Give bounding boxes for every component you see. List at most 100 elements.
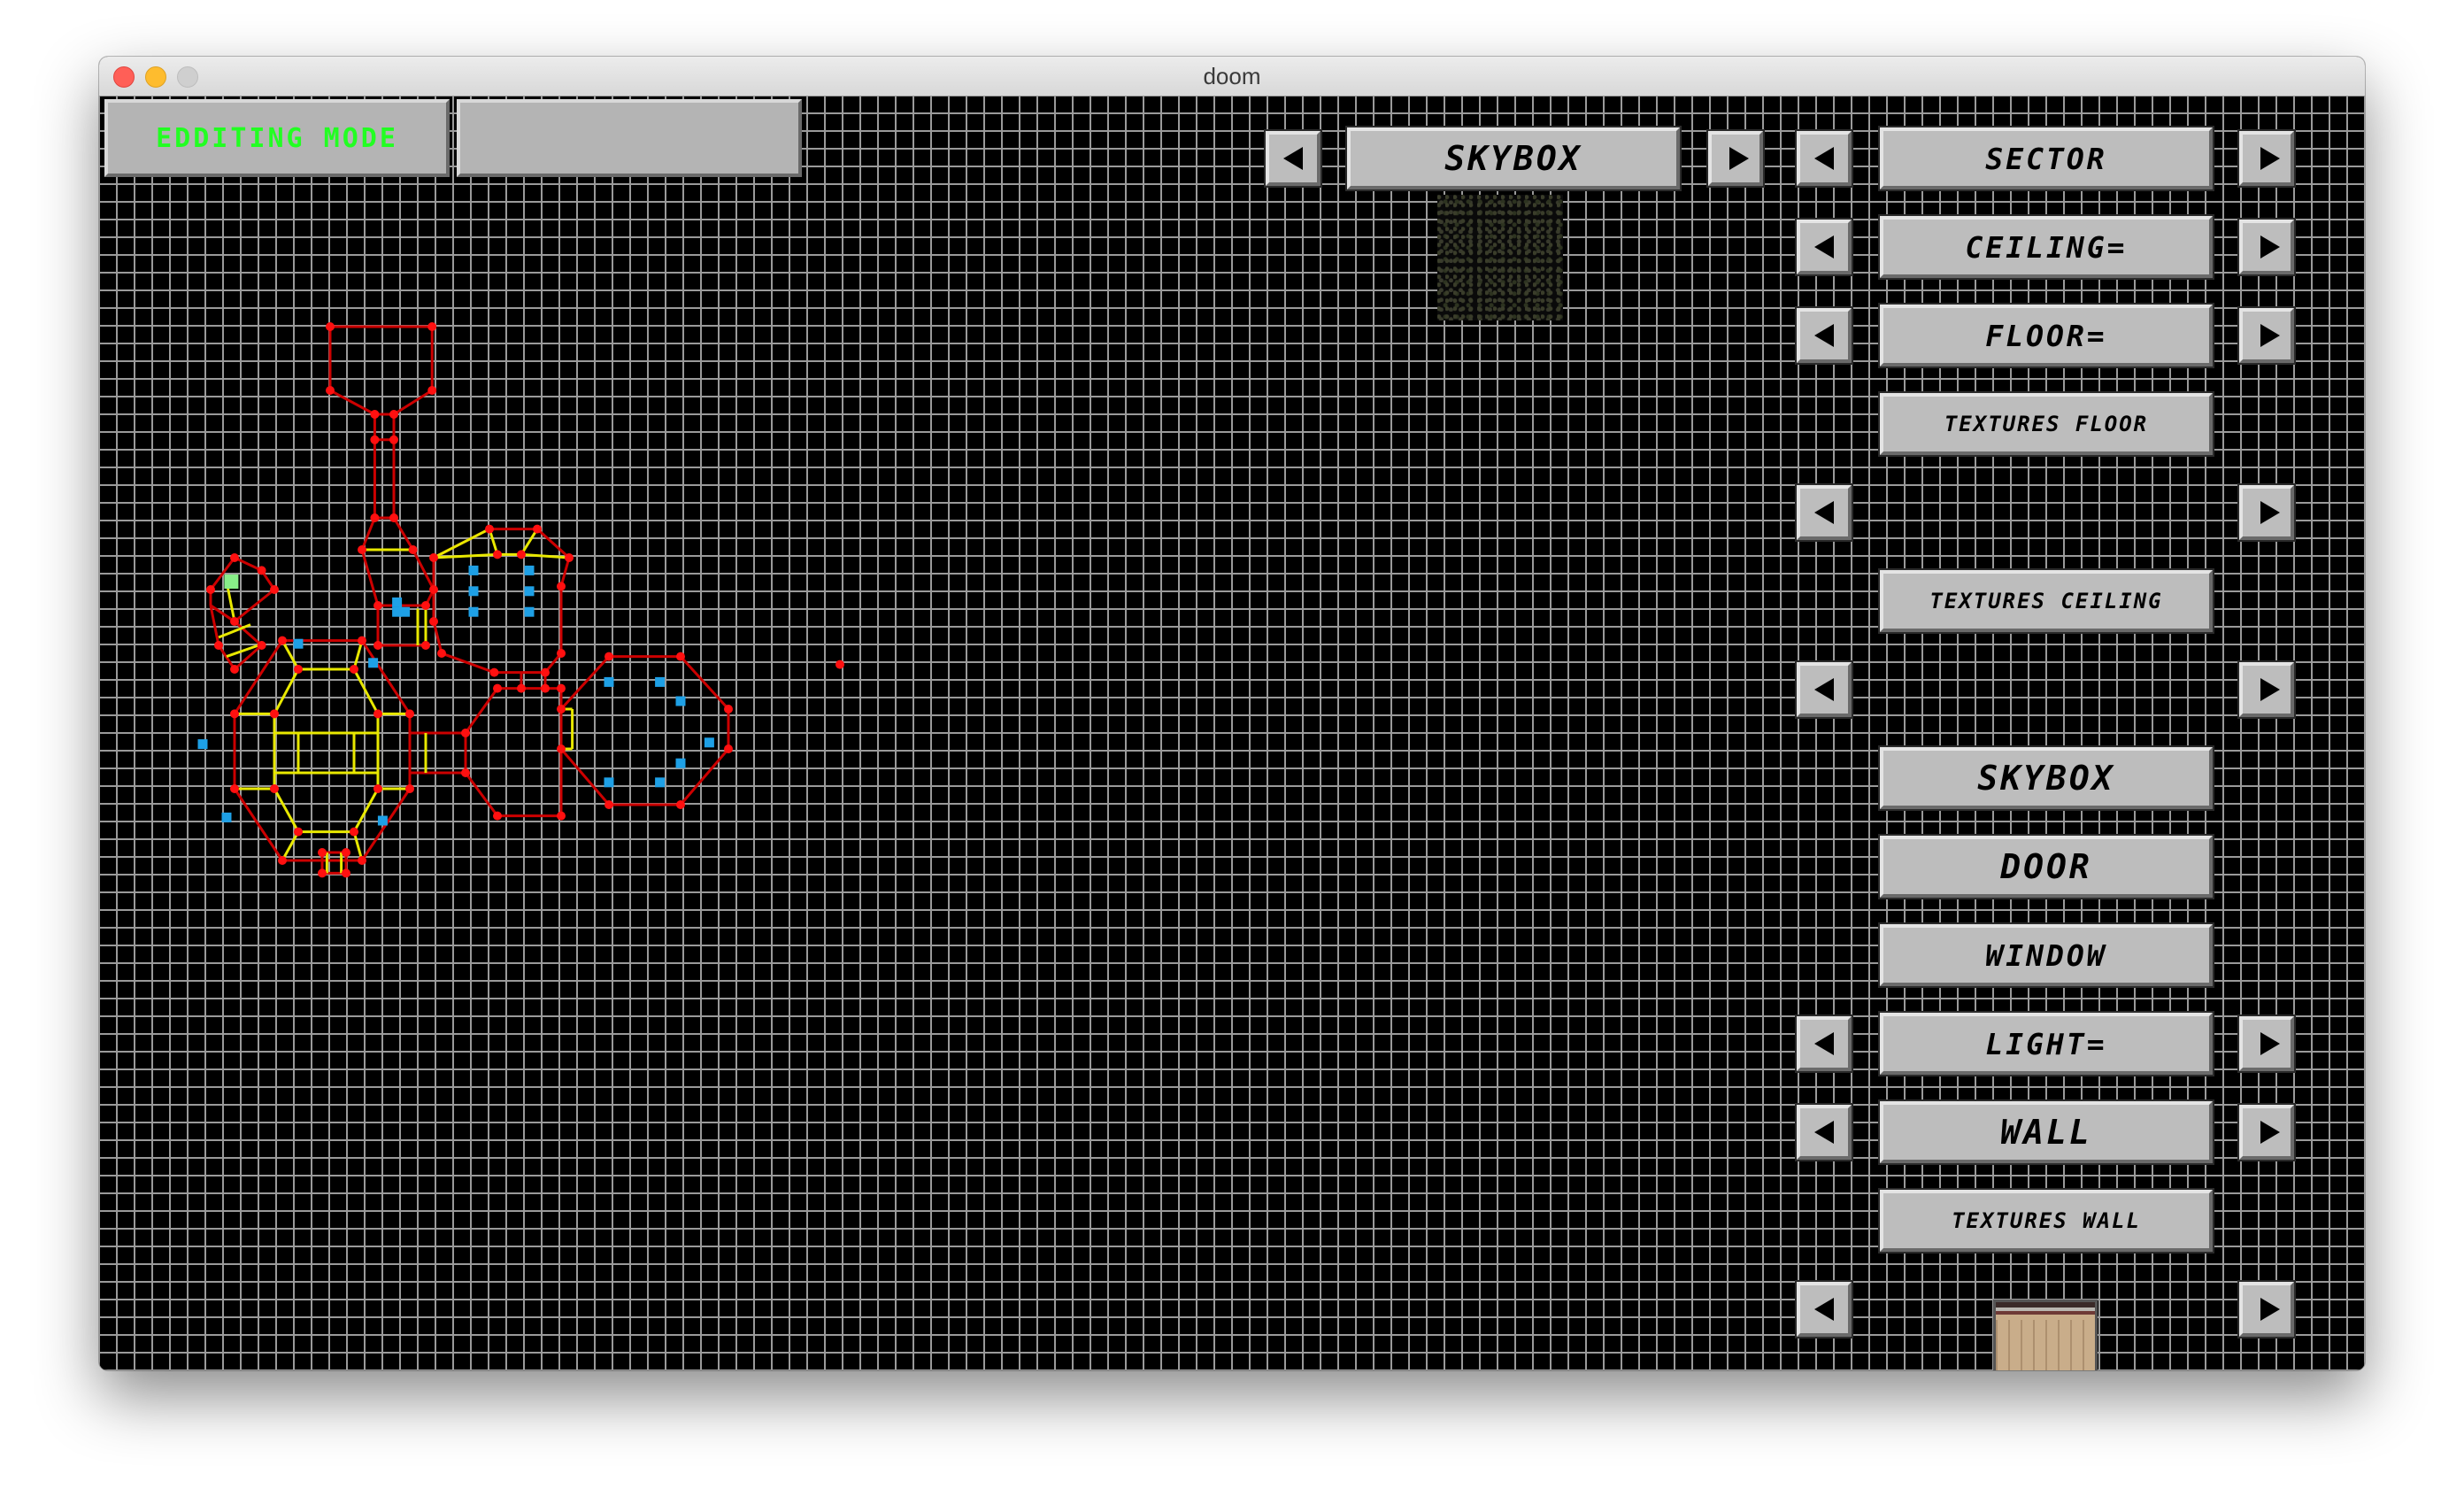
map-vertex[interactable] bbox=[326, 386, 335, 395]
wall-line[interactable] bbox=[679, 655, 730, 711]
floor-texture-prev-button[interactable] bbox=[1795, 483, 1853, 542]
map-vertex[interactable] bbox=[493, 550, 502, 559]
portal-line[interactable] bbox=[352, 640, 364, 670]
map-vertex[interactable] bbox=[350, 665, 358, 674]
map-vertex[interactable] bbox=[517, 683, 526, 693]
map-vertex[interactable] bbox=[350, 827, 358, 837]
map-vertex[interactable] bbox=[230, 709, 239, 719]
map-vertex[interactable] bbox=[318, 868, 327, 878]
map-vertex[interactable] bbox=[230, 617, 239, 626]
map-vertex[interactable] bbox=[604, 800, 613, 809]
object-marker[interactable] bbox=[524, 606, 535, 617]
wall-line[interactable] bbox=[559, 748, 611, 806]
floor-increase-button[interactable] bbox=[2237, 306, 2296, 365]
map-vertex[interactable] bbox=[557, 582, 566, 591]
object-marker[interactable] bbox=[675, 758, 686, 768]
object-marker[interactable] bbox=[468, 565, 479, 575]
map-vertex[interactable] bbox=[676, 800, 685, 809]
player-start-marker[interactable] bbox=[224, 575, 239, 589]
object-marker[interactable] bbox=[392, 597, 403, 607]
wall-line[interactable] bbox=[559, 655, 611, 711]
portal-line[interactable] bbox=[520, 552, 570, 559]
map-vertex[interactable] bbox=[493, 811, 502, 821]
sector-prev-button[interactable] bbox=[1795, 129, 1853, 188]
portal-line[interactable] bbox=[273, 668, 300, 715]
map-vertex[interactable] bbox=[429, 617, 438, 626]
portal-line[interactable] bbox=[352, 668, 380, 715]
wall-line[interactable] bbox=[559, 557, 571, 587]
wall-line[interactable] bbox=[464, 772, 499, 817]
map-vertex[interactable] bbox=[270, 709, 279, 719]
map-vertex[interactable] bbox=[557, 649, 566, 658]
textures-ceiling-button[interactable]: TEXTURES CEILING bbox=[1878, 568, 2214, 634]
map-vertex[interactable] bbox=[257, 566, 266, 575]
object-marker[interactable] bbox=[655, 676, 666, 687]
map-vertex[interactable] bbox=[294, 665, 303, 674]
wall-line[interactable] bbox=[393, 389, 433, 416]
map-vertex[interactable] bbox=[270, 585, 279, 594]
portal-line[interactable] bbox=[352, 788, 380, 833]
object-marker[interactable] bbox=[675, 696, 686, 706]
wall-texture-next-button[interactable] bbox=[2237, 1280, 2296, 1338]
wall-line[interactable] bbox=[432, 621, 443, 654]
wall-line[interactable] bbox=[234, 588, 275, 623]
portal-line[interactable] bbox=[433, 552, 498, 559]
map-vertex[interactable] bbox=[429, 553, 438, 562]
map-vertex[interactable] bbox=[342, 868, 350, 878]
ceiling-texture-next-button[interactable] bbox=[2237, 660, 2296, 719]
map-vertex[interactable] bbox=[541, 667, 550, 677]
map-vertex[interactable] bbox=[370, 410, 380, 419]
map-vertex[interactable] bbox=[358, 545, 366, 554]
wall-line[interactable] bbox=[360, 549, 380, 606]
map-vertex[interactable] bbox=[389, 410, 398, 419]
map-vertex[interactable] bbox=[318, 848, 327, 857]
map-vertex[interactable] bbox=[358, 636, 366, 645]
textures-wall-button[interactable]: TEXTURES WALL bbox=[1878, 1188, 2214, 1254]
map-vertex[interactable] bbox=[230, 665, 239, 674]
wall-line[interactable] bbox=[234, 556, 263, 572]
map-vertex[interactable] bbox=[230, 784, 239, 793]
object-marker[interactable] bbox=[368, 658, 379, 668]
object-marker[interactable] bbox=[400, 606, 411, 617]
light-increase-button[interactable] bbox=[2237, 1014, 2296, 1073]
map-vertex[interactable] bbox=[294, 827, 303, 837]
map-vertex[interactable] bbox=[676, 652, 685, 661]
map-vertex[interactable] bbox=[342, 848, 350, 857]
map-vertex[interactable] bbox=[517, 550, 526, 559]
object-marker[interactable] bbox=[293, 638, 304, 649]
wall-line[interactable] bbox=[329, 389, 376, 416]
skybox-selector[interactable]: SKYBOX bbox=[1345, 126, 1682, 191]
map-vertex[interactable] bbox=[278, 856, 287, 865]
map-vertex[interactable] bbox=[557, 744, 566, 753]
wall-line[interactable] bbox=[464, 687, 499, 734]
map-vertex[interactable] bbox=[541, 683, 550, 693]
map-vertex[interactable] bbox=[427, 386, 437, 395]
map-vertex[interactable] bbox=[461, 768, 470, 777]
map-vertex[interactable] bbox=[437, 649, 446, 658]
ceiling-height-button[interactable]: CEILING= bbox=[1878, 214, 2214, 280]
wall-line[interactable] bbox=[360, 517, 376, 551]
map-vertex[interactable] bbox=[373, 709, 382, 719]
floor-decrease-button[interactable] bbox=[1795, 306, 1853, 365]
map-vertex[interactable] bbox=[557, 705, 566, 714]
window-button[interactable]: WINDOW bbox=[1878, 922, 2214, 988]
object-marker[interactable] bbox=[197, 739, 208, 750]
object-marker[interactable] bbox=[524, 565, 535, 575]
map-vertex[interactable] bbox=[429, 585, 438, 594]
map-vertex[interactable] bbox=[214, 641, 223, 650]
map-vertex[interactable] bbox=[408, 545, 418, 554]
textures-floor-button[interactable]: TEXTURES FLOOR bbox=[1878, 391, 2214, 457]
map-vertex[interactable] bbox=[206, 585, 215, 594]
map-vertex[interactable] bbox=[533, 524, 542, 534]
object-marker[interactable] bbox=[377, 815, 388, 826]
map-vertex[interactable] bbox=[373, 601, 382, 610]
skybox-prev-button[interactable] bbox=[1264, 129, 1322, 188]
floor-height-button[interactable]: FLOOR= bbox=[1878, 303, 2214, 368]
object-marker[interactable] bbox=[524, 586, 535, 597]
map-vertex[interactable] bbox=[278, 636, 287, 645]
wall-line[interactable] bbox=[392, 517, 414, 551]
map-vertex[interactable] bbox=[489, 667, 499, 677]
skybox-toggle-button[interactable]: SKYBOX bbox=[1878, 745, 2214, 811]
wall-button[interactable]: WALL bbox=[1878, 1099, 2214, 1165]
floor-texture-next-button[interactable] bbox=[2237, 483, 2296, 542]
